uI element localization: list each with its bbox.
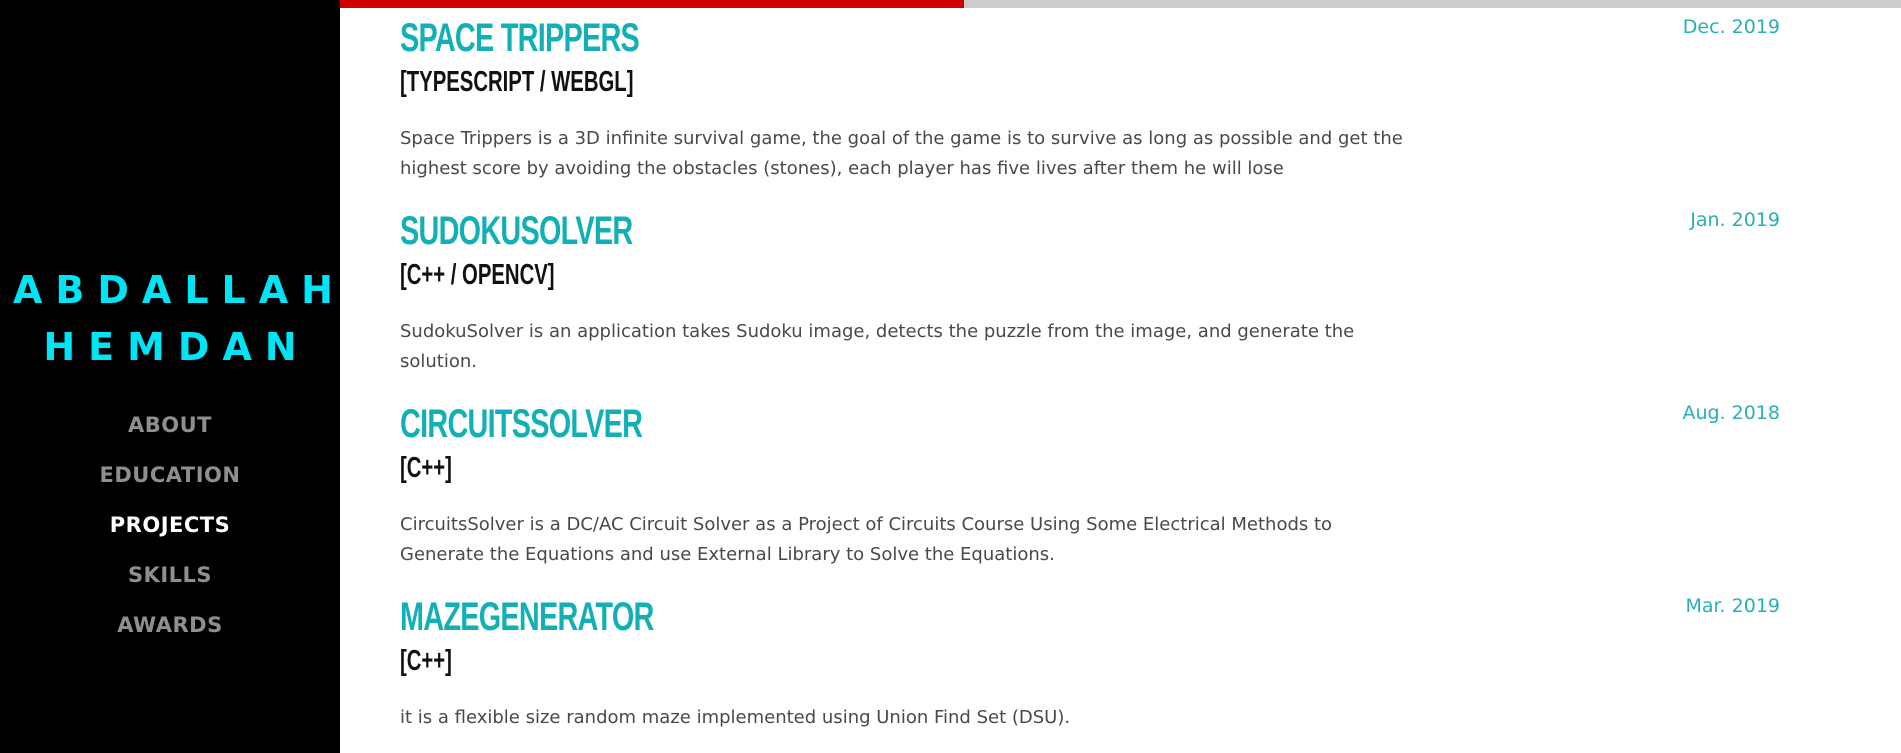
main-nav: ABOUT EDUCATION PROJECTS SKILLS AWARDS — [0, 407, 340, 657]
nav-item-awards[interactable]: AWARDS — [0, 607, 340, 657]
project-title: CircuitsSolver — [400, 402, 643, 446]
project-tech: [C++] — [400, 645, 452, 677]
project-date: Aug. 2018 — [1682, 402, 1780, 424]
scroll-progress-fill — [340, 0, 965, 8]
project-tech: [TypeScript / WebGL] — [400, 66, 634, 98]
project-date: Dec. 2019 — [1682, 16, 1780, 38]
project-title: Space Trippers — [400, 16, 640, 60]
sidebar: ABDALLAH HEMDAN ABOUT EDUCATION PROJECTS… — [0, 0, 340, 753]
project-title: MazeGenerator — [400, 595, 654, 639]
project-description: CircuitsSolver is a DC/AC Circuit Solver… — [400, 514, 1333, 565]
project-description: it is a flexible size random maze implem… — [400, 707, 1071, 728]
project-date: Jan. 2019 — [1690, 209, 1780, 231]
project-tech: [C++] — [400, 452, 452, 484]
site-brand[interactable]: ABDALLAH HEMDAN — [0, 262, 340, 376]
project-description: Space Trippers is a 3D infinite survival… — [400, 128, 1403, 179]
brand-last-name: HEMDAN — [43, 325, 310, 369]
project-tech: [C++ / OpenCV] — [400, 259, 555, 291]
scroll-progress-bar — [340, 0, 1901, 8]
nav-item-education[interactable]: EDUCATION — [0, 457, 340, 507]
project-date: Mar. 2019 — [1685, 595, 1780, 617]
nav-item-projects[interactable]: PROJECTS — [0, 507, 340, 557]
project-title: SudokuSolver — [400, 209, 633, 253]
nav-item-skills[interactable]: SKILLS — [0, 557, 340, 607]
project-description: SudokuSolver is an application takes Sud… — [400, 321, 1355, 372]
nav-item-about[interactable]: ABOUT — [0, 407, 340, 457]
brand-first-name: ABDALLAH — [13, 268, 346, 312]
